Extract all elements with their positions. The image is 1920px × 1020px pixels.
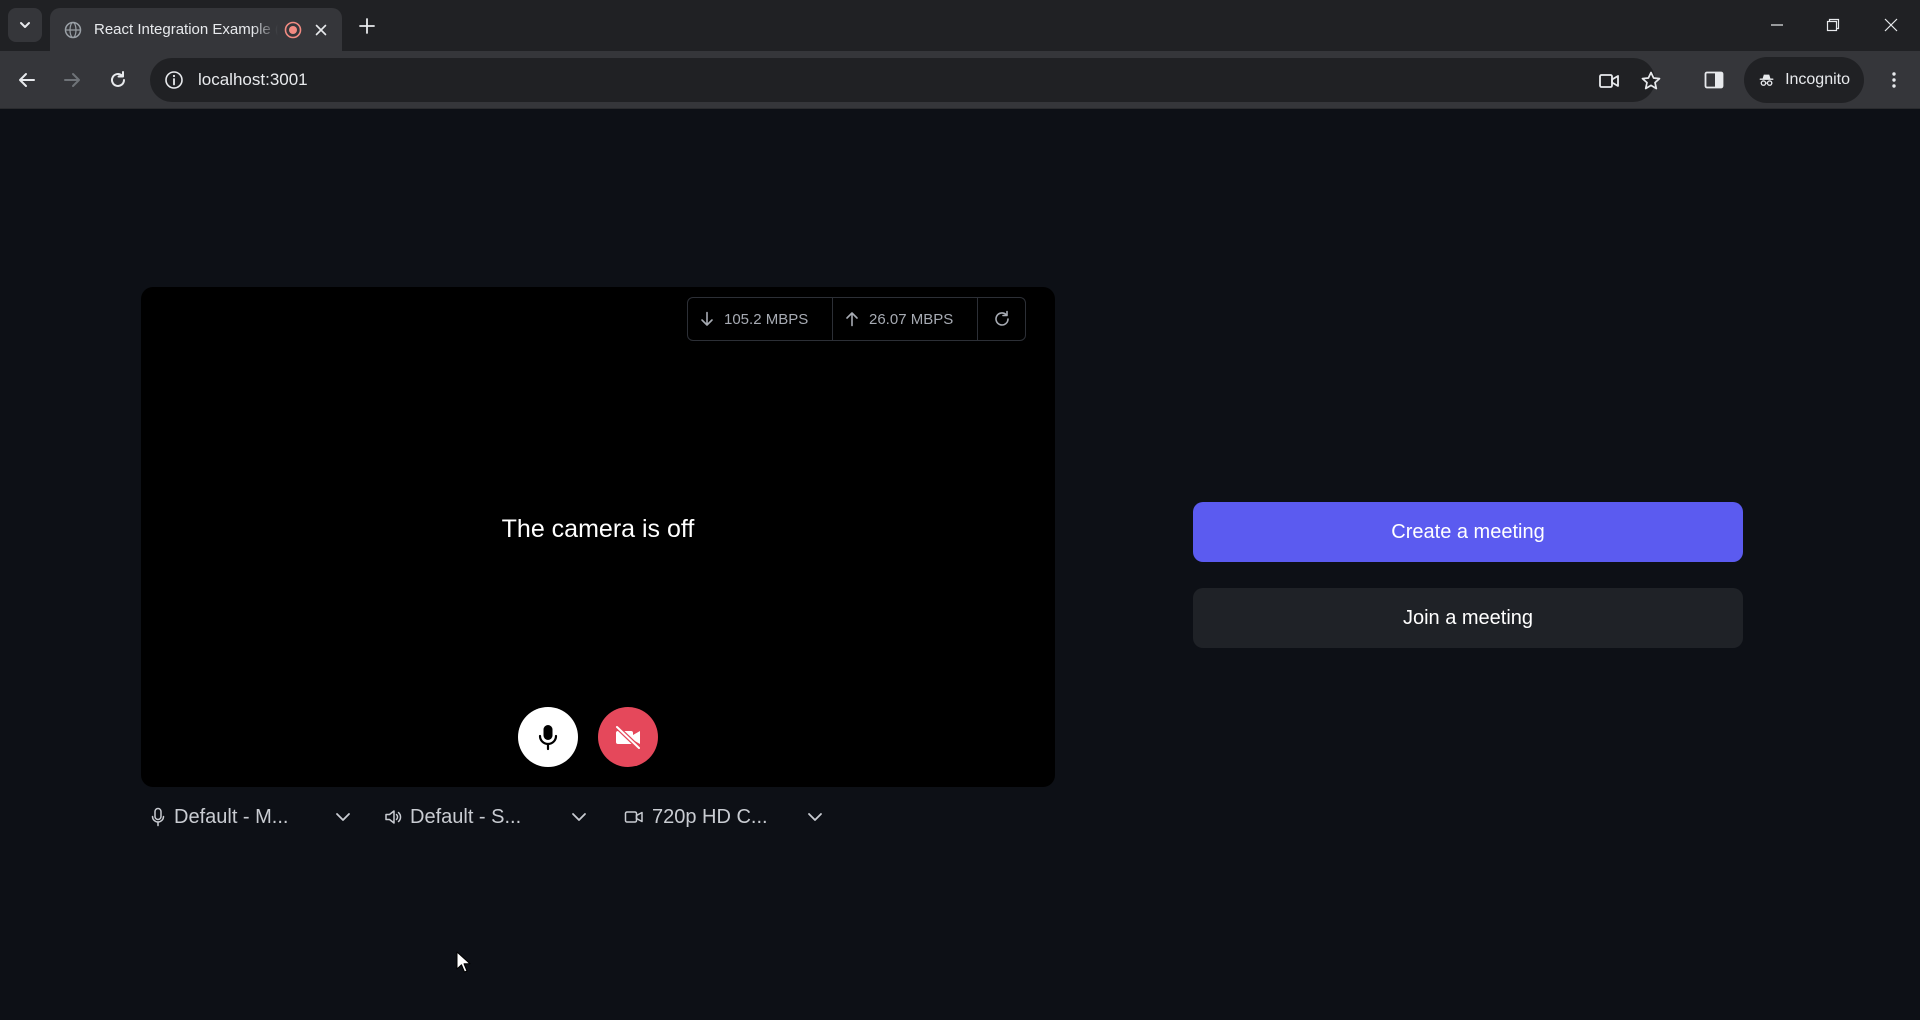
microphone-select[interactable]: Default - M... (150, 799, 352, 835)
browser-tab[interactable]: React Integration Example ( (50, 8, 342, 51)
globe-icon (64, 21, 82, 38)
download-speed-value: 105.2 MBPS (724, 310, 809, 328)
restore-button[interactable] (1818, 10, 1848, 40)
arrow-up-icon (846, 312, 858, 327)
microphone-select-value: Default - M... (174, 805, 289, 828)
close-window-button[interactable] (1876, 10, 1906, 40)
close-icon (1884, 18, 1898, 32)
incognito-icon (1759, 74, 1774, 86)
new-tab-button[interactable] (354, 13, 380, 39)
forward-button[interactable] (56, 64, 88, 96)
video-preview: 105.2 MBPS 26.07 MBPS The camera is off (141, 287, 1055, 787)
side-panel-icon[interactable] (1703, 69, 1725, 91)
upload-speed: 26.07 MBPS (833, 298, 978, 340)
video-camera-icon[interactable] (1598, 70, 1620, 92)
incognito-label: Incognito (1785, 71, 1850, 88)
mouse-cursor-icon (456, 951, 471, 973)
page-content: 105.2 MBPS 26.07 MBPS The camera is off (0, 109, 1920, 1020)
arrow-right-icon (64, 73, 80, 87)
recording-icon (284, 21, 302, 38)
minimize-button[interactable] (1762, 10, 1792, 40)
network-stats: 105.2 MBPS 26.07 MBPS (687, 297, 1026, 341)
create-meeting-button[interactable]: Create a meeting (1193, 502, 1743, 562)
browser-toolbar: localhost:3001 Incognito (0, 51, 1920, 109)
chevron-down-icon (572, 813, 586, 821)
tab-title: React Integration Example ( (94, 21, 278, 38)
join-meeting-button[interactable]: Join a meeting (1193, 588, 1743, 648)
kebab-menu-icon (1892, 72, 1896, 88)
camera-off-icon (614, 724, 642, 750)
star-icon[interactable] (1640, 70, 1662, 92)
speaker-icon (385, 810, 402, 824)
upload-speed-value: 26.07 MBPS (869, 310, 954, 328)
address-bar[interactable]: localhost:3001 (150, 58, 1661, 102)
close-icon[interactable] (312, 21, 330, 39)
back-button[interactable] (11, 64, 43, 96)
camera-select[interactable]: 720p HD C... (624, 799, 824, 835)
browser-tab-bar: React Integration Example ( (0, 0, 1920, 51)
video-camera-icon (624, 811, 643, 823)
info-icon[interactable] (164, 70, 184, 90)
refresh-icon (994, 310, 1009, 326)
arrow-down-icon (701, 311, 713, 326)
url-text[interactable]: localhost:3001 (198, 70, 308, 90)
tab-search-button[interactable] (8, 8, 42, 42)
reload-icon (111, 71, 125, 87)
microphone-icon (538, 725, 558, 751)
speaker-select[interactable]: Default - S... (384, 799, 588, 835)
toggle-mic-button[interactable] (518, 707, 578, 767)
camera-status-text: The camera is off (501, 515, 695, 543)
plus-icon (359, 18, 375, 34)
refresh-stats-button[interactable] (978, 298, 1025, 340)
chevron-down-icon (336, 813, 350, 821)
reload-button[interactable] (102, 64, 134, 96)
download-speed: 105.2 MBPS (688, 298, 833, 340)
chevron-down-icon (20, 22, 30, 28)
incognito-indicator[interactable]: Incognito (1744, 57, 1864, 103)
speaker-select-value: Default - S... (410, 805, 522, 828)
browser-menu-button[interactable] (1878, 64, 1910, 96)
chevron-down-icon (808, 813, 822, 821)
restore-icon (1826, 18, 1840, 32)
arrow-left-icon (19, 73, 35, 87)
microphone-icon (151, 807, 165, 827)
camera-select-value: 720p HD C... (652, 805, 768, 828)
toggle-camera-button[interactable] (598, 707, 658, 767)
minimize-icon (1771, 24, 1783, 26)
